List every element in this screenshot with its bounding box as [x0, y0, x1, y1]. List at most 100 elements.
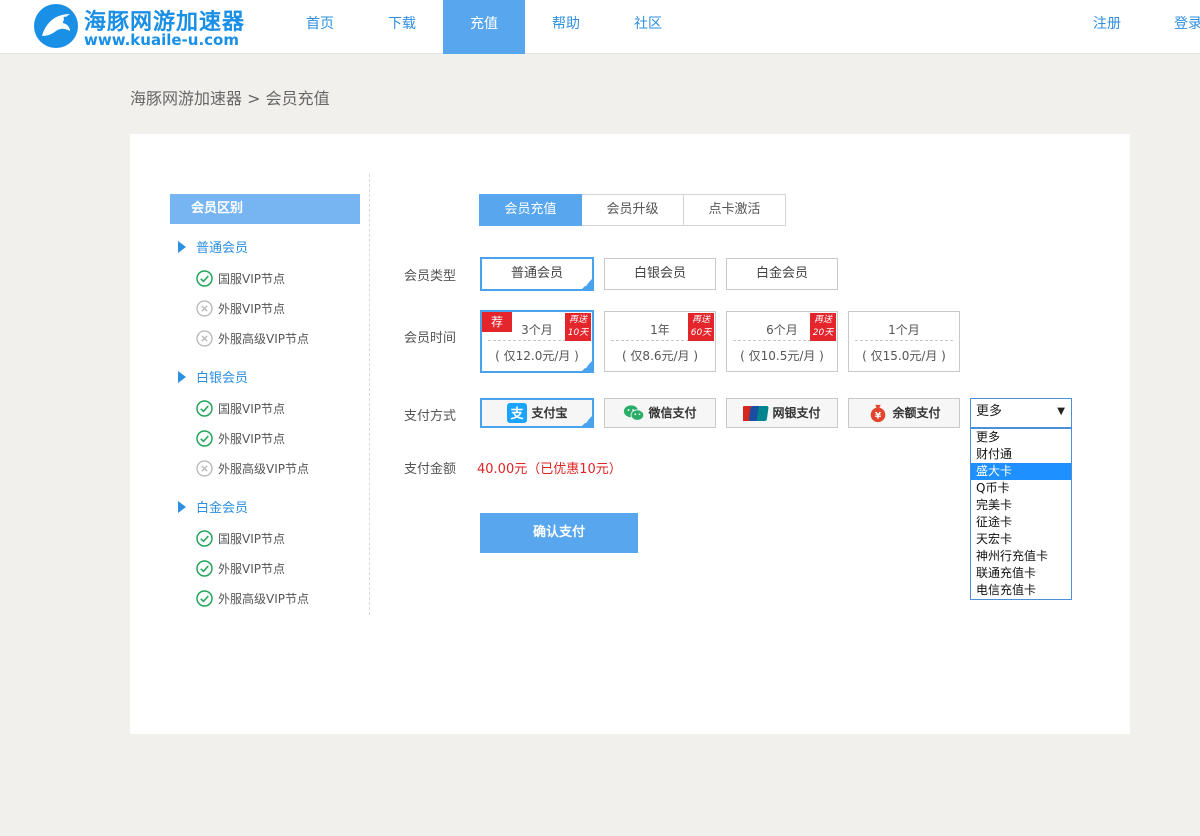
dropdown-option[interactable]: 天宏卡 [971, 531, 1071, 548]
site-logo[interactable]: 海豚网游加速器 www.kuaile-u.com [32, 2, 262, 50]
bonus-text: 再送 [568, 315, 587, 325]
bonus-text: 再送 [691, 315, 710, 325]
tab-member-upgrade[interactable]: 会员升级 [581, 194, 684, 226]
feature-item: 外服高级VIP节点 [196, 589, 309, 609]
nav-download[interactable]: 下载 [361, 0, 443, 54]
check-icon: ✓ [583, 417, 591, 427]
dropdown-option[interactable]: 神州行充值卡 [971, 548, 1071, 565]
more-payment-select[interactable]: 更多 ▼ [970, 398, 1072, 428]
svg-text:支: 支 [510, 406, 525, 422]
svg-text:¥: ¥ [875, 411, 882, 421]
brand-url: www.kuaile-u.com [84, 31, 239, 49]
dropdown-option-highlighted[interactable]: 盛大卡 [971, 463, 1071, 480]
member-type-regular[interactable]: 普通会员 ✓ [480, 257, 594, 291]
group-label: 白金会员 [196, 501, 249, 516]
tab-member-recharge[interactable]: 会员充值 [479, 194, 582, 226]
unionpay-icon [743, 406, 769, 421]
bonus-badge: 再送 10天 [565, 313, 591, 341]
recharge-tabs: 会员充值 会员升级 点卡激活 [479, 194, 786, 226]
feature-label: 外服VIP节点 [218, 562, 285, 576]
nav-help[interactable]: 帮助 [525, 0, 607, 54]
check-circle-icon [196, 400, 213, 417]
nav-community[interactable]: 社区 [607, 0, 689, 54]
duration-option-6-months[interactable]: 6个月 再送 20天 ( 仅10.5元/月 ) [726, 311, 838, 372]
recharge-panel: 会员区别 普通会员 国服VIP节点 外服VIP节点 外服高级VIP节点 白银会员… [130, 134, 1130, 734]
bonus-days: 20天 [812, 328, 834, 338]
payment-amount-label: 支付金额 [404, 462, 457, 477]
bonus-badge: 再送 20天 [810, 313, 836, 341]
dropdown-option[interactable]: 更多 [971, 429, 1071, 446]
register-link[interactable]: 注册 [1093, 0, 1121, 54]
group-label: 普通会员 [196, 241, 249, 256]
login-link[interactable]: 登录 [1174, 0, 1200, 54]
select-value: 更多 [976, 404, 1003, 419]
group-label: 白银会员 [196, 371, 249, 386]
cross-circle-icon [196, 460, 213, 477]
feature-label: 外服VIP节点 [218, 302, 285, 316]
duration-price: ( 仅12.0元/月 ) [495, 349, 579, 363]
payment-label: 余额支付 [892, 406, 941, 420]
breadcrumb-home[interactable]: 海豚网游加速器 [130, 89, 242, 108]
nav-home[interactable]: 首页 [279, 0, 361, 54]
duration-option-3-months[interactable]: 荐 3个月 再送 10天 ( 仅12.0元/月 ) ✓ [480, 310, 594, 373]
option-label: 白银会员 [633, 266, 686, 281]
duration-option-1-year[interactable]: 1年 再送 60天 ( 仅8.6元/月 ) [604, 311, 716, 372]
wechat-pay-icon [624, 405, 645, 421]
payment-unionpay[interactable]: 网银支付 [726, 398, 838, 428]
check-circle-icon [196, 530, 213, 547]
dropdown-option[interactable]: Q币卡 [971, 480, 1071, 497]
feature-item: 外服VIP节点 [196, 429, 285, 449]
feature-label: 外服高级VIP节点 [218, 592, 309, 606]
confirm-payment-button[interactable]: 确认支付 [480, 513, 638, 553]
feature-item: 外服VIP节点 [196, 299, 285, 319]
check-circle-icon [196, 430, 213, 447]
balance-icon: ¥ [871, 404, 886, 423]
cross-circle-icon [196, 330, 213, 347]
duration-price: ( 仅10.5元/月 ) [740, 349, 824, 363]
dropdown-option[interactable]: 征途卡 [971, 514, 1071, 531]
sidebar-group-platinum: 白金会员 [178, 499, 248, 519]
dolphin-logo-icon [34, 4, 78, 48]
payment-alipay[interactable]: 支支付宝 ✓ [480, 398, 594, 428]
nav-recharge[interactable]: 充值 [443, 0, 525, 54]
payment-wechat[interactable]: 微信支付 [604, 398, 716, 428]
feature-label: 外服高级VIP节点 [218, 462, 309, 476]
payment-balance[interactable]: ¥ 余额支付 [848, 398, 960, 428]
sidebar-group-silver: 白银会员 [178, 369, 248, 389]
feature-item: 国服VIP节点 [196, 269, 285, 289]
bonus-days: 60天 [690, 328, 712, 338]
bonus-days: 10天 [567, 328, 589, 338]
duration-label: 会员时间 [404, 331, 457, 346]
feature-item: 外服高级VIP节点 [196, 459, 309, 479]
feature-label: 国服VIP节点 [218, 402, 285, 416]
check-circle-icon [196, 560, 213, 577]
dropdown-option[interactable]: 电信充值卡 [971, 582, 1071, 599]
duration-option-1-month[interactable]: 1个月 ( 仅15.0元/月 ) [848, 311, 960, 372]
dropdown-arrow-icon: ▼ [1057, 406, 1065, 417]
duration-price: ( 仅8.6元/月 ) [621, 349, 699, 363]
sidebar-divider [369, 174, 370, 615]
site-header: 海豚网游加速器 www.kuaile-u.com 首页 下载 充值 帮助 社区 … [0, 0, 1200, 54]
triangle-right-icon [178, 371, 186, 383]
bonus-badge: 再送 60天 [688, 313, 714, 341]
triangle-right-icon [178, 241, 186, 253]
dropdown-option[interactable]: 联通充值卡 [971, 565, 1071, 582]
dropdown-option[interactable]: 完美卡 [971, 497, 1071, 514]
feature-item: 国服VIP节点 [196, 399, 285, 419]
duration-price: ( 仅15.0元/月 ) [862, 349, 946, 363]
check-icon: ✓ [583, 280, 591, 290]
option-label: 普通会员 [510, 266, 563, 281]
sidebar-group-regular: 普通会员 [178, 239, 248, 259]
check-icon: ✓ [583, 362, 591, 372]
feature-item: 外服VIP节点 [196, 559, 285, 579]
breadcrumb-current: 会员充值 [265, 89, 330, 108]
dropdown-option[interactable]: 财付通 [971, 446, 1071, 463]
member-type-label: 会员类型 [404, 269, 457, 284]
main-nav: 首页 下载 充值 帮助 社区 [279, 0, 689, 54]
more-payment-dropdown: 更多 财付通 盛大卡 Q币卡 完美卡 征途卡 天宏卡 神州行充值卡 联通充值卡 … [970, 428, 1072, 600]
payment-method-label: 支付方式 [404, 409, 457, 424]
tab-card-activation[interactable]: 点卡激活 [683, 194, 786, 226]
payment-label: 微信支付 [648, 406, 697, 420]
member-type-platinum[interactable]: 白金会员 [726, 258, 838, 290]
member-type-silver[interactable]: 白银会员 [604, 258, 716, 290]
